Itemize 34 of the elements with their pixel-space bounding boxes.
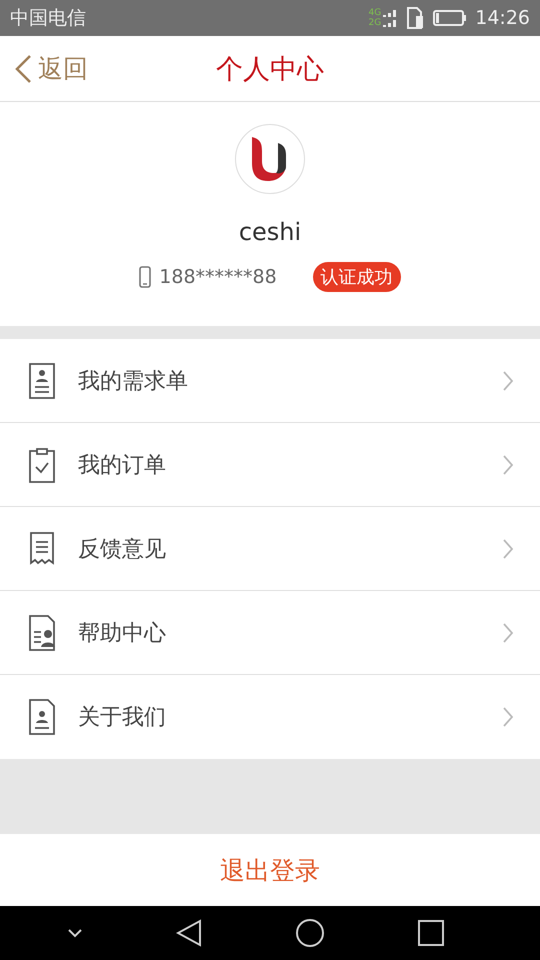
network-label: 4G: [368, 8, 382, 18]
chevron-left-icon: [14, 54, 32, 84]
menu-item[interactable]: 关于我们: [0, 675, 540, 759]
chevron-right-icon: [502, 622, 514, 644]
page-title: 个人中心: [216, 54, 324, 84]
chevron-right-icon: [502, 370, 514, 392]
menu-item[interactable]: 我的订单: [0, 423, 540, 507]
network-label: 2G: [368, 18, 382, 28]
receipt-icon: [28, 530, 56, 568]
menu-item[interactable]: 反馈意见: [0, 507, 540, 591]
clipboard-check-icon: [28, 446, 56, 484]
back-triangle-icon[interactable]: [176, 919, 202, 947]
chevron-down-icon[interactable]: [66, 928, 82, 938]
document-person-icon: [28, 614, 56, 652]
user-name: ceshi: [238, 218, 302, 246]
chevron-right-icon: [502, 706, 514, 728]
menu-item[interactable]: 帮助中心: [0, 591, 540, 675]
document-person-icon: [28, 698, 56, 736]
phone-number: 188******88: [159, 266, 277, 288]
clock-time: 14:26: [475, 7, 530, 29]
chevron-right-icon: [502, 454, 514, 476]
logout-button[interactable]: 退出登录: [0, 834, 540, 906]
verified-badge: 认证成功: [312, 262, 401, 292]
document-person-icon: [28, 362, 56, 400]
avatar: [235, 124, 305, 194]
phone-icon: [139, 266, 152, 288]
back-button[interactable]: 返回: [14, 52, 88, 85]
square-icon[interactable]: [418, 920, 444, 946]
home-circle-icon[interactable]: [294, 918, 324, 948]
carrier-name: 中国电信: [10, 6, 86, 31]
menu-item[interactable]: 我的需求单: [0, 339, 540, 423]
battery-icon: [433, 10, 468, 26]
chevron-right-icon: [502, 538, 514, 560]
sim-card-icon: [407, 7, 426, 29]
